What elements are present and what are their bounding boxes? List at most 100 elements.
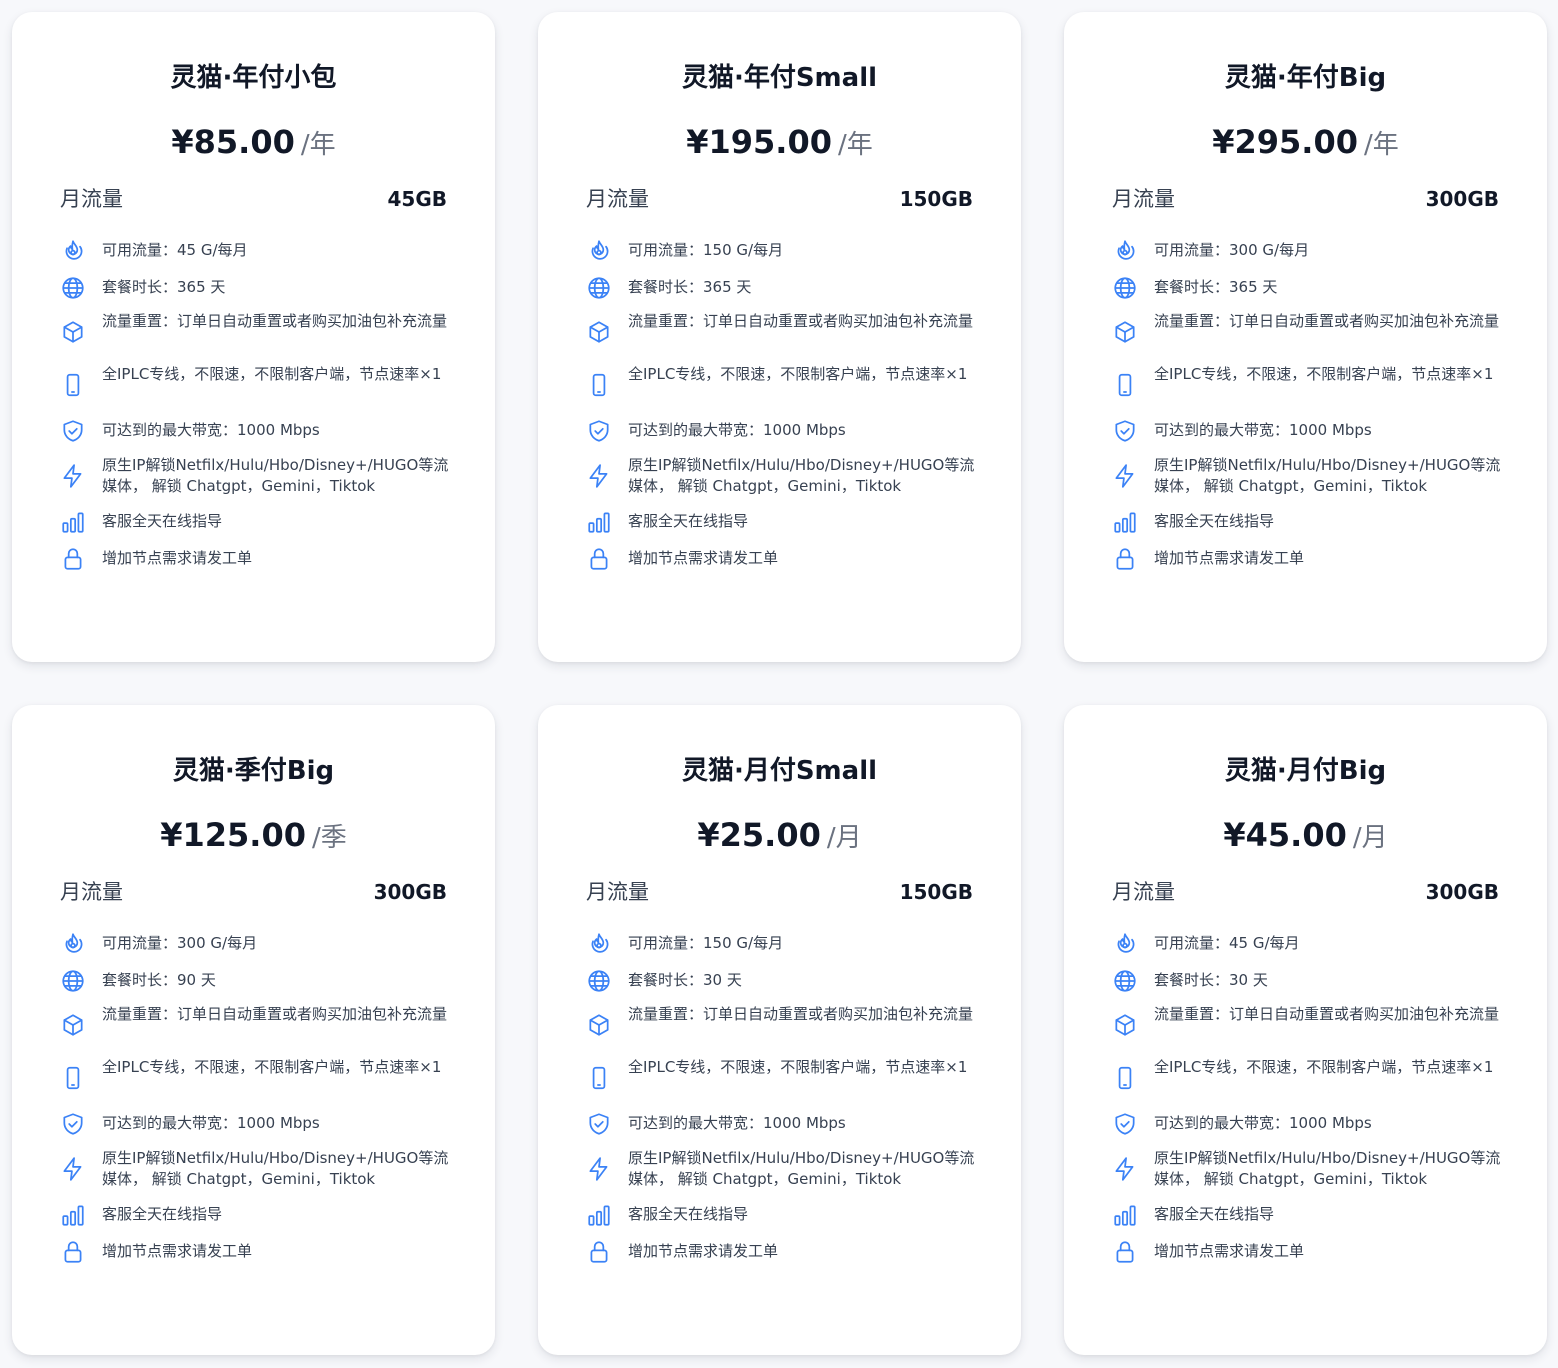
- flame-icon: [1112, 931, 1138, 957]
- phone-icon: [60, 372, 86, 398]
- feature-text: 可达到的最大带宽：1000 Mbps: [1154, 1114, 1372, 1132]
- feature-item: 流量重置：订单日自动重置或者购买加油包补充流量: [60, 311, 450, 353]
- feature-item: 增加节点需求请发工单: [586, 546, 976, 572]
- feature-item: 可用流量：150 G/每月: [586, 238, 976, 264]
- feature-item: 可用流量：150 G/每月: [586, 931, 976, 957]
- feature-text: 套餐时长：90 天: [102, 971, 216, 989]
- feature-item: 全IPLC专线，不限速，不限制客户端，节点速率×1: [60, 1057, 450, 1099]
- feature-text: 可达到的最大带宽：1000 Mbps: [102, 1114, 320, 1132]
- feature-text: 套餐时长：30 天: [628, 971, 742, 989]
- feature-item: 套餐时长：90 天: [60, 968, 450, 994]
- feature-item: 原生IP解锁Netfilx/Hulu/Hbo/Disney+/HUGO等流媒体，…: [1112, 455, 1502, 497]
- feature-item: 可用流量：300 G/每月: [60, 931, 450, 957]
- price-row: ¥25.00/月: [538, 813, 1021, 863]
- feature-text: 原生IP解锁Netfilx/Hulu/Hbo/Disney+/HUGO等流媒体，…: [628, 1149, 975, 1188]
- feature-text: 可用流量：150 G/每月: [628, 934, 784, 952]
- feature-item: 客服全天在线指导: [586, 509, 976, 535]
- bar-chart-icon: [60, 1202, 86, 1228]
- traffic-row: 月流量 300GB: [60, 877, 447, 907]
- plan-grid: 灵猫·年付小包 ¥85.00/年 月流量 45GB 可用流量：45 G/每月 套餐时长：3…: [0, 0, 1558, 1368]
- phone-icon: [1112, 1065, 1138, 1091]
- globe-icon: [586, 275, 612, 301]
- traffic-row: 月流量 300GB: [1112, 877, 1499, 907]
- traffic-value: 300GB: [373, 880, 447, 904]
- lightning-icon: [1112, 463, 1138, 489]
- feature-text: 可用流量：45 G/每月: [102, 241, 248, 259]
- bar-chart-icon: [586, 509, 612, 535]
- plan-price: ¥295.00: [1212, 123, 1358, 161]
- bar-chart-icon: [586, 1202, 612, 1228]
- feature-item: 全IPLC专线，不限速，不限制客户端，节点速率×1: [1112, 364, 1502, 406]
- feature-text: 增加节点需求请发工单: [1154, 1242, 1305, 1260]
- cube-icon: [60, 319, 86, 345]
- feature-text: 套餐时长：365 天: [1154, 278, 1278, 296]
- lock-icon: [60, 1239, 86, 1265]
- plan-title: 灵猫·季付Big: [172, 756, 335, 786]
- traffic-value: 300GB: [1425, 880, 1499, 904]
- traffic-value: 150GB: [899, 880, 973, 904]
- feature-text: 增加节点需求请发工单: [1154, 549, 1305, 567]
- phone-icon: [586, 1065, 612, 1091]
- plan-price: ¥125.00: [160, 816, 306, 854]
- globe-icon: [60, 968, 86, 994]
- traffic-value: 300GB: [1425, 187, 1499, 211]
- plan-price: ¥85.00: [171, 123, 295, 161]
- feature-text: 可用流量：150 G/每月: [628, 241, 784, 259]
- plan-title: 灵猫·年付Small: [681, 63, 878, 93]
- feature-item: 客服全天在线指导: [60, 509, 450, 535]
- price-row: ¥85.00/年: [12, 120, 495, 170]
- feature-item: 流量重置：订单日自动重置或者购买加油包补充流量: [60, 1004, 450, 1046]
- plan-period: /月: [1352, 823, 1388, 853]
- price-row: ¥195.00/年: [538, 120, 1021, 170]
- traffic-label: 月流量: [586, 187, 649, 211]
- feature-text: 全IPLC专线，不限速，不限制客户端，节点速率×1: [1154, 365, 1494, 383]
- flame-icon: [586, 238, 612, 264]
- traffic-value: 45GB: [387, 187, 448, 211]
- feature-item: 增加节点需求请发工单: [1112, 1239, 1502, 1265]
- cube-icon: [586, 1012, 612, 1038]
- traffic-label: 月流量: [586, 880, 649, 904]
- feature-item: 可达到的最大带宽：1000 Mbps: [60, 1111, 450, 1137]
- feature-item: 套餐时长：365 天: [1112, 275, 1502, 301]
- lock-icon: [586, 1239, 612, 1265]
- plan-price: ¥25.00: [697, 816, 821, 854]
- shield-check-icon: [1112, 1111, 1138, 1137]
- feature-text: 可用流量：300 G/每月: [102, 934, 258, 952]
- feature-text: 原生IP解锁Netfilx/Hulu/Hbo/Disney+/HUGO等流媒体，…: [628, 456, 975, 495]
- lightning-icon: [586, 463, 612, 489]
- globe-icon: [1112, 968, 1138, 994]
- feature-text: 套餐时长：365 天: [102, 278, 226, 296]
- plan-card[interactable]: 灵猫·季付Big ¥125.00/季 月流量 300GB 可用流量：300 G/每月 套餐…: [12, 705, 495, 1355]
- plan-card[interactable]: 灵猫·月付Small ¥25.00/月 月流量 150GB 可用流量：150 G/每月套…: [538, 705, 1021, 1355]
- feature-item: 增加节点需求请发工单: [60, 546, 450, 572]
- feature-item: 可达到的最大带宽：1000 Mbps: [60, 418, 450, 444]
- feature-item: 全IPLC专线，不限速，不限制客户端，节点速率×1: [60, 364, 450, 406]
- feature-text: 客服全天在线指导: [102, 512, 223, 530]
- feature-item: 全IPLC专线，不限速，不限制客户端，节点速率×1: [1112, 1057, 1502, 1099]
- feature-text: 流量重置：订单日自动重置或者购买加油包补充流量: [628, 1005, 974, 1023]
- bar-chart-icon: [1112, 1202, 1138, 1228]
- feature-item: 流量重置：订单日自动重置或者购买加油包补充流量: [1112, 311, 1502, 353]
- plan-period: /年: [300, 130, 336, 160]
- plan-title: 灵猫·月付Big: [1224, 756, 1387, 786]
- feature-item: 可达到的最大带宽：1000 Mbps: [586, 418, 976, 444]
- globe-icon: [60, 275, 86, 301]
- traffic-label: 月流量: [1112, 880, 1175, 904]
- shield-check-icon: [60, 418, 86, 444]
- feature-text: 增加节点需求请发工单: [102, 549, 253, 567]
- feature-text: 原生IP解锁Netfilx/Hulu/Hbo/Disney+/HUGO等流媒体，…: [102, 1149, 449, 1188]
- plan-card[interactable]: 灵猫·年付小包 ¥85.00/年 月流量 45GB 可用流量：45 G/每月 套餐时长：3…: [12, 12, 495, 662]
- feature-text: 全IPLC专线，不限速，不限制客户端，节点速率×1: [628, 1058, 968, 1076]
- feature-text: 流量重置：订单日自动重置或者购买加油包补充流量: [102, 1005, 448, 1023]
- plan-card[interactable]: 灵猫·月付Big ¥45.00/月 月流量 300GB 可用流量：45 G/每月 套餐时长…: [1064, 705, 1547, 1355]
- plan-card[interactable]: 灵猫·年付Big ¥295.00/年 月流量 300GB 可用流量：300 G/每月 套餐…: [1064, 12, 1547, 662]
- feature-text: 客服全天在线指导: [1154, 512, 1275, 530]
- plan-period: /月: [826, 823, 862, 853]
- traffic-row: 月流量 150GB: [586, 184, 973, 214]
- plan-card[interactable]: 灵猫·年付Small ¥195.00/年月流量 150GB 可用流量：150 G/每月…: [538, 12, 1021, 662]
- feature-text: 套餐时长：365 天: [628, 278, 752, 296]
- cube-icon: [1112, 319, 1138, 345]
- feature-item: 可用流量：45 G/每月: [60, 238, 450, 264]
- bar-chart-icon: [1112, 509, 1138, 535]
- feature-text: 可用流量：300 G/每月: [1154, 241, 1310, 259]
